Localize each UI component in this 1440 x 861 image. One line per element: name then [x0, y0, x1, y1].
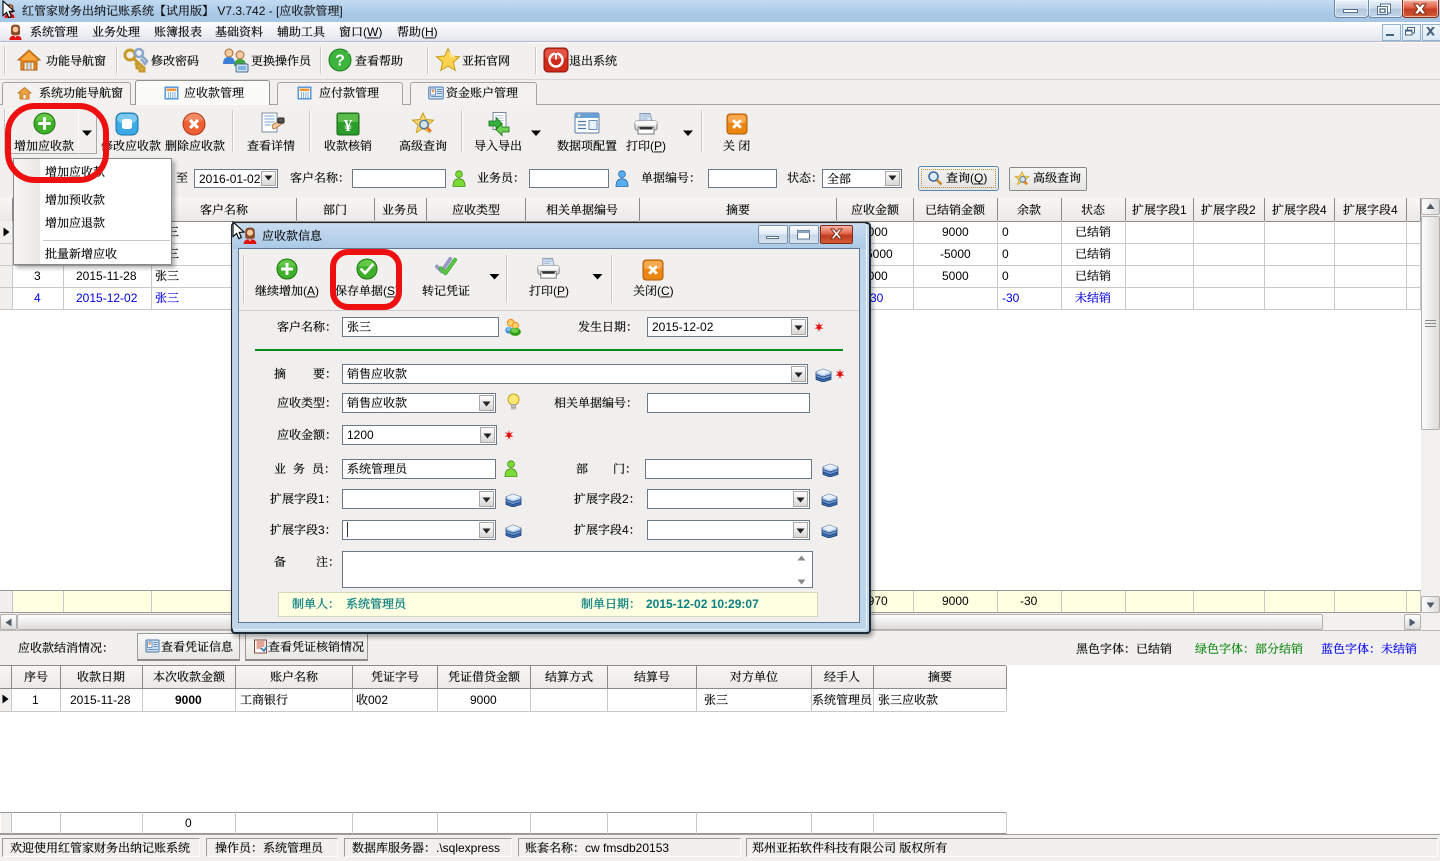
- svg-text:-5000: -5000: [940, 247, 971, 261]
- svg-text:1: 1: [318, 492, 325, 506]
- svg-text:1: 1: [32, 693, 39, 707]
- svg-text:(W): (W): [363, 25, 382, 39]
- svg-text:4: 4: [34, 291, 41, 305]
- svg-text:002: 002: [368, 693, 388, 707]
- svg-text:¥: ¥: [344, 116, 353, 135]
- svg-text:]: ]: [339, 4, 342, 18]
- svg-text:(P): (P): [553, 284, 569, 298]
- svg-text:2: 2: [622, 492, 629, 506]
- svg-text:(P): (P): [650, 139, 666, 153]
- svg-text:(H): (H): [421, 25, 438, 39]
- svg-text:9000: 9000: [942, 225, 969, 239]
- svg-text:0: 0: [1002, 247, 1009, 261]
- svg-text:2015-11-28: 2015-11-28: [76, 269, 137, 283]
- svg-text:2016-01-02: 2016-01-02: [199, 172, 261, 186]
- svg-text:-30: -30: [1020, 594, 1038, 608]
- svg-text:4: 4: [1391, 203, 1398, 217]
- svg-text:4: 4: [622, 523, 629, 537]
- svg-text:(Q): (Q): [970, 171, 987, 185]
- svg-text:3: 3: [34, 269, 41, 283]
- svg-text:.\sqlexpress: .\sqlexpress: [436, 841, 500, 855]
- svg-text:cw fmsdb20153: cw fmsdb20153: [585, 841, 669, 855]
- svg-text:0: 0: [1002, 269, 1009, 283]
- svg-text:5000: 5000: [942, 269, 969, 283]
- svg-text:V7.3.742 - [: V7.3.742 - [: [214, 4, 280, 18]
- svg-text:1200: 1200: [347, 428, 374, 442]
- svg-text:-30: -30: [1002, 291, 1020, 305]
- svg-text:1: 1: [1180, 203, 1187, 217]
- svg-text:2015-12-02 10:29:07: 2015-12-02 10:29:07: [646, 597, 759, 611]
- svg-text:0: 0: [1002, 225, 1009, 239]
- svg-text:2: 2: [1249, 203, 1256, 217]
- svg-text:(A): (A): [303, 284, 319, 298]
- svg-text:2015-12-02: 2015-12-02: [652, 320, 714, 334]
- svg-text:4: 4: [1320, 203, 1327, 217]
- svg-text:0: 0: [185, 816, 192, 830]
- svg-text:2015-12-02: 2015-12-02: [76, 291, 138, 305]
- svg-text:?: ?: [335, 53, 345, 70]
- svg-text:9000: 9000: [470, 693, 497, 707]
- svg-text:9000: 9000: [175, 693, 202, 707]
- svg-text:9000: 9000: [942, 594, 969, 608]
- svg-text:3: 3: [318, 523, 325, 537]
- svg-text:(C): (C): [657, 284, 674, 298]
- svg-text:2015-11-28: 2015-11-28: [70, 693, 131, 707]
